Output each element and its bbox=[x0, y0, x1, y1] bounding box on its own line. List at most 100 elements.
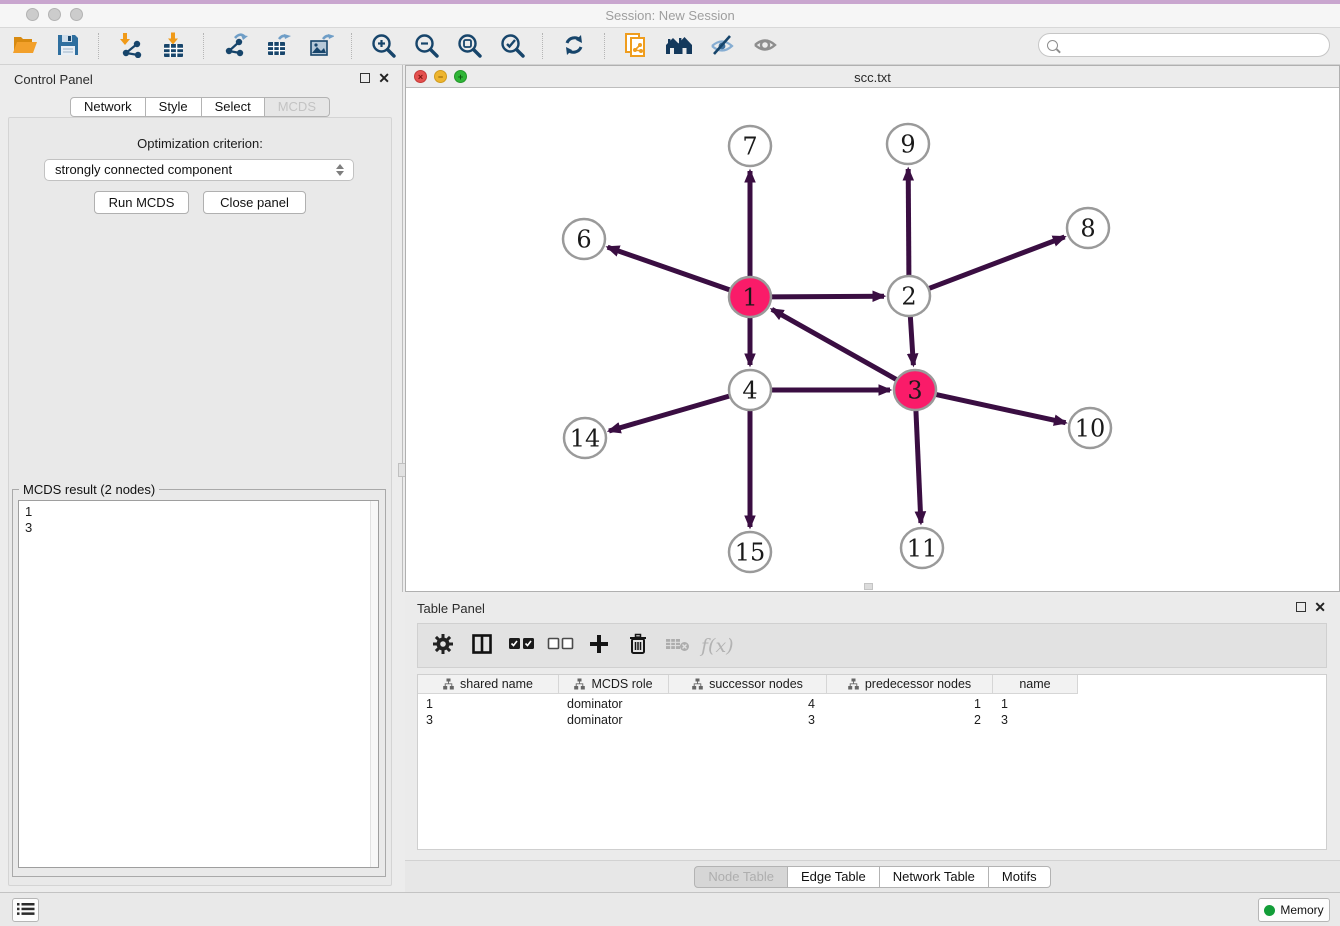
task-history-button[interactable] bbox=[12, 898, 39, 922]
graph-edge-3-10[interactable] bbox=[935, 394, 1066, 423]
delete-row-button[interactable] bbox=[623, 628, 653, 664]
home-button[interactable] bbox=[657, 29, 700, 63]
cell-predecessor-nodes[interactable]: 2 bbox=[827, 712, 993, 729]
toolbar-separator bbox=[542, 33, 543, 59]
network-view-window: × − + scc.txt 7 9 6 8 1 2 4 3 14 10 15 11 bbox=[405, 65, 1340, 592]
zoom-out-button[interactable] bbox=[404, 29, 447, 63]
open-session-button[interactable] bbox=[3, 29, 46, 63]
graph-edge-2-8[interactable] bbox=[928, 237, 1065, 289]
float-table-panel-icon[interactable] bbox=[1296, 602, 1306, 612]
run-mcds-button[interactable]: Run MCDS bbox=[94, 191, 189, 214]
deselect-all-icon bbox=[547, 636, 574, 655]
memory-status-icon bbox=[1264, 905, 1275, 916]
tab-edge-table[interactable]: Edge Table bbox=[788, 866, 880, 888]
mcds-result-list[interactable]: 1 3 bbox=[18, 500, 379, 868]
delete-column-button[interactable] bbox=[662, 628, 692, 664]
graph-edge-2-3[interactable] bbox=[910, 316, 913, 365]
select-all-button[interactable] bbox=[506, 628, 536, 664]
tab-select[interactable]: Select bbox=[202, 97, 265, 117]
cell-shared-name[interactable]: 1 bbox=[418, 696, 559, 713]
dropdown-stepper-icon bbox=[336, 164, 344, 176]
result-item[interactable]: 3 bbox=[25, 520, 378, 536]
apply-function-button[interactable]: f(x) bbox=[701, 628, 734, 664]
column-header-successor-nodes[interactable]: successor nodes bbox=[669, 675, 827, 694]
graph-edge-3-1[interactable] bbox=[772, 309, 898, 380]
export-image-button[interactable] bbox=[299, 29, 342, 63]
close-panel-icon[interactable]: ✕ bbox=[378, 72, 390, 84]
cell-name[interactable]: 3 bbox=[993, 712, 1078, 729]
import-table-button[interactable] bbox=[151, 29, 194, 63]
export-network-button[interactable] bbox=[213, 29, 256, 63]
cell-shared-name[interactable]: 3 bbox=[418, 712, 559, 729]
app-titlebar: Session: New Session bbox=[0, 0, 1340, 28]
column-header-name[interactable]: name bbox=[993, 675, 1078, 694]
graph-node-8[interactable]: 8 bbox=[1067, 208, 1109, 248]
tab-style[interactable]: Style bbox=[146, 97, 202, 117]
cell-name[interactable]: 1 bbox=[993, 696, 1078, 713]
graph-node-6[interactable]: 6 bbox=[563, 219, 605, 259]
clone-network-button[interactable] bbox=[614, 29, 657, 63]
search-field[interactable] bbox=[1038, 33, 1330, 57]
tab-node-table[interactable]: Node Table bbox=[694, 866, 788, 888]
graph-node-11[interactable]: 11 bbox=[901, 528, 943, 568]
refresh-button[interactable] bbox=[552, 29, 595, 63]
tab-motifs[interactable]: Motifs bbox=[989, 866, 1051, 888]
table-row[interactable]: 1 dominator 4 1 1 bbox=[418, 696, 1078, 713]
export-table-button[interactable] bbox=[256, 29, 299, 63]
close-panel-button[interactable]: Close panel bbox=[203, 191, 306, 214]
graph-node-3[interactable]: 3 bbox=[894, 370, 936, 410]
column-header-mcds-role[interactable]: MCDS role bbox=[559, 675, 669, 694]
show-panel-button[interactable] bbox=[743, 29, 786, 63]
graph-edge-1-2[interactable] bbox=[770, 296, 884, 297]
graph-node-14[interactable]: 14 bbox=[564, 418, 606, 458]
tab-network[interactable]: Network bbox=[70, 97, 146, 117]
search-input[interactable] bbox=[1058, 35, 1329, 55]
graph-node-7[interactable]: 7 bbox=[729, 126, 771, 166]
criterion-dropdown[interactable]: strongly connected component bbox=[44, 159, 354, 181]
float-panel-icon[interactable] bbox=[360, 73, 370, 83]
column-header-predecessor-nodes[interactable]: predecessor nodes bbox=[827, 675, 993, 694]
cell-successor-nodes[interactable]: 4 bbox=[669, 696, 827, 713]
import-network-button[interactable] bbox=[108, 29, 151, 63]
cell-successor-nodes[interactable]: 3 bbox=[669, 712, 827, 729]
export-table-icon bbox=[265, 32, 291, 61]
tab-mcds[interactable]: MCDS bbox=[265, 97, 330, 117]
graph-node-1[interactable]: 1 bbox=[729, 277, 771, 317]
graph-edge-2-9[interactable] bbox=[908, 169, 909, 276]
zoom-in-button[interactable] bbox=[361, 29, 404, 63]
node-table[interactable]: shared name MCDS role successor nodes pr… bbox=[417, 674, 1327, 850]
result-scrollbar[interactable] bbox=[370, 501, 378, 867]
add-row-button[interactable] bbox=[584, 628, 614, 664]
zoom-fit-button[interactable] bbox=[447, 29, 490, 63]
show-columns-button[interactable] bbox=[467, 628, 497, 664]
main-toolbar bbox=[0, 28, 1340, 65]
canvas-scroll-handle[interactable] bbox=[864, 583, 873, 590]
cell-mcds-role[interactable]: dominator bbox=[559, 696, 669, 713]
zoom-out-icon bbox=[413, 32, 439, 61]
graph-node-9[interactable]: 9 bbox=[887, 124, 929, 164]
graph-node-10[interactable]: 10 bbox=[1069, 408, 1111, 448]
graph-edge-3-11[interactable] bbox=[916, 410, 921, 523]
network-window-titlebar[interactable]: × − + scc.txt bbox=[406, 66, 1339, 88]
cell-mcds-role[interactable]: dominator bbox=[559, 712, 669, 729]
deselect-all-button[interactable] bbox=[545, 628, 575, 664]
memory-button[interactable]: Memory bbox=[1258, 898, 1330, 922]
graph-node-2[interactable]: 2 bbox=[888, 276, 930, 316]
close-table-panel-icon[interactable]: ✕ bbox=[1314, 601, 1326, 613]
table-row[interactable]: 3 dominator 3 2 3 bbox=[418, 712, 1078, 729]
graph-node-label: 14 bbox=[570, 424, 601, 452]
cell-predecessor-nodes[interactable]: 1 bbox=[827, 696, 993, 713]
column-header-shared-name[interactable]: shared name bbox=[418, 675, 559, 694]
tab-network-table[interactable]: Network Table bbox=[880, 866, 989, 888]
graph-edge-1-6[interactable] bbox=[608, 247, 732, 290]
hide-panel-button[interactable] bbox=[700, 29, 743, 63]
hierarchy-icon bbox=[443, 678, 454, 690]
table-settings-button[interactable] bbox=[428, 628, 458, 664]
zoom-selected-button[interactable] bbox=[490, 29, 533, 63]
graph-node-4[interactable]: 4 bbox=[729, 370, 771, 410]
network-canvas[interactable]: 7 9 6 8 1 2 4 3 14 10 15 11 bbox=[406, 88, 1339, 591]
save-session-button[interactable] bbox=[46, 29, 89, 63]
result-item[interactable]: 1 bbox=[25, 504, 378, 520]
graph-edge-4-14[interactable] bbox=[609, 396, 731, 431]
graph-node-15[interactable]: 15 bbox=[729, 532, 771, 572]
